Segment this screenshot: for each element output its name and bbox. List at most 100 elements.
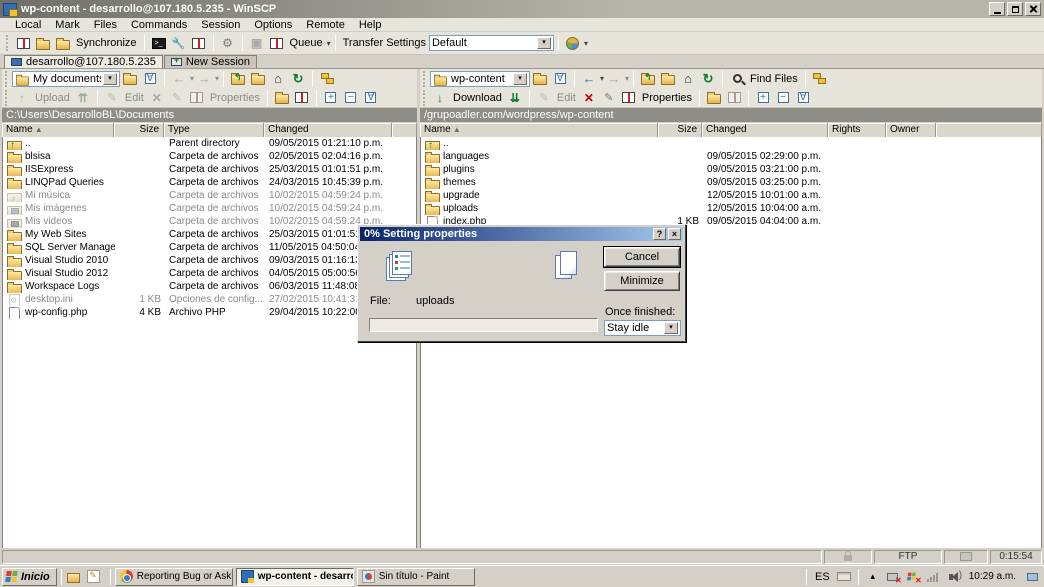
volume-icon[interactable] (946, 570, 960, 584)
file-row[interactable]: blsisaCarpeta de archivos02/05/2015 02:0… (3, 150, 416, 163)
file-row[interactable]: .. (421, 137, 1041, 150)
download-icon[interactable]: ↓ (431, 89, 449, 106)
cancel-button[interactable]: Cancel (604, 247, 680, 267)
rename-icon[interactable]: ✎ (600, 89, 618, 106)
menu-help[interactable]: Help (352, 19, 389, 31)
menu-files[interactable]: Files (87, 19, 124, 31)
synchronize-icon[interactable] (54, 35, 72, 52)
unselect-files-icon[interactable]: − (342, 89, 360, 106)
close-button[interactable] (1025, 2, 1041, 16)
refresh-icon[interactable]: ↻ (699, 70, 717, 87)
transfer-settings-dropdown-icon[interactable]: ▾ (584, 39, 588, 48)
menu-session[interactable]: Session (194, 19, 247, 31)
minimize-dialog-button[interactable]: Minimize (604, 271, 680, 291)
combo-dropdown-icon[interactable]: ▾ (537, 37, 551, 49)
file-row[interactable]: ..Parent directory09/05/2015 01:21:10 p.… (3, 137, 416, 150)
file-row[interactable]: LINQPad QueriesCarpeta de archivos24/03/… (3, 176, 416, 189)
remote-directory-combo[interactable]: wp-content ▾ (430, 71, 530, 87)
file-row[interactable]: Workspace LogsCarpeta de archivos06/03/2… (3, 280, 416, 293)
file-row[interactable]: Mis imágenesCarpeta de archivos10/02/201… (3, 202, 416, 215)
column-header-rights[interactable]: Rights (828, 123, 886, 137)
once-finished-combo[interactable]: Stay idle ▾ (604, 320, 681, 336)
show-hidden-icons[interactable]: ▲ (866, 570, 880, 584)
queue-button[interactable]: Queue (290, 37, 323, 49)
updates-disabled-icon[interactable] (906, 570, 920, 584)
directory-history-icon[interactable] (659, 70, 677, 87)
back-icon[interactable]: ← (580, 70, 598, 87)
column-header-name[interactable]: Name ▲ (420, 123, 658, 137)
language-indicator[interactable]: ES (811, 571, 834, 583)
download-button[interactable]: Download (453, 92, 502, 104)
select-files-icon[interactable]: + (754, 89, 772, 106)
column-header-size[interactable]: Size (658, 123, 702, 137)
dialog-close-button[interactable]: × (668, 228, 681, 240)
menu-options[interactable]: Options (247, 19, 299, 31)
file-row[interactable]: themes09/05/2015 03:25:00 p.m. (421, 176, 1041, 189)
compare-directories-icon[interactable] (14, 35, 32, 52)
taskbar-task-paint[interactable]: Sin título - Paint (357, 568, 475, 586)
filter-icon[interactable]: ∀ (141, 70, 159, 87)
column-header-size[interactable]: Size (114, 123, 164, 137)
forward-icon[interactable]: → (605, 70, 623, 87)
minimize-button[interactable] (989, 2, 1005, 16)
tab-session-active[interactable]: desarrollo@107.180.5.235 (4, 55, 163, 68)
queue-icon[interactable] (268, 35, 286, 52)
home-directory-icon[interactable]: ⌂ (269, 70, 287, 87)
taskbar-task-winscp[interactable]: wp-content - desarrol... (236, 568, 354, 586)
directory-history-icon[interactable] (249, 70, 267, 87)
preferences-icon[interactable]: 🔧 (170, 35, 188, 52)
network-disconnected-icon[interactable] (886, 570, 900, 584)
new-shortcut-icon[interactable] (293, 89, 311, 106)
menu-remote[interactable]: Remote (299, 19, 352, 31)
column-header-owner[interactable]: Owner (886, 123, 936, 137)
properties-icon[interactable] (620, 89, 638, 106)
select-files-icon[interactable]: + (322, 89, 340, 106)
file-row[interactable]: languages09/05/2015 02:29:00 p.m. (421, 150, 1041, 163)
parent-directory-icon[interactable] (229, 70, 247, 87)
unselect-files-icon[interactable]: − (774, 89, 792, 106)
signal-strength-icon[interactable] (926, 570, 940, 584)
file-row[interactable]: upgrade12/05/2015 10:01:00 a.m. (421, 189, 1041, 202)
file-row[interactable]: SQL Server Manageme...Carpeta de archivo… (3, 241, 416, 254)
local-directory-combo[interactable]: My documents ▾ (12, 71, 120, 87)
show-desktop-icon[interactable] (1025, 570, 1039, 584)
find-files-button[interactable]: Find Files (750, 73, 798, 85)
synchronize-button[interactable]: Synchronize (76, 37, 137, 49)
combo-dropdown-icon[interactable]: ▾ (664, 322, 678, 334)
delete-icon[interactable]: ✕ (580, 89, 598, 106)
quicklaunch-editor-icon[interactable] (89, 570, 103, 584)
transfer-settings-icon[interactable] (564, 35, 582, 52)
file-row[interactable]: desktop.ini1 KBOpciones de config...27/0… (3, 293, 416, 306)
file-row[interactable]: uploads12/05/2015 10:04:00 a.m. (421, 202, 1041, 215)
column-header-changed[interactable]: Changed (264, 123, 392, 137)
tab-new-session[interactable]: New Session (164, 55, 257, 68)
combo-dropdown-icon[interactable]: ▾ (103, 73, 117, 85)
parent-directory-icon[interactable] (639, 70, 657, 87)
refresh-panels-icon[interactable] (190, 35, 208, 52)
remote-path-bar[interactable]: /grupoadler.com/wordpress/wp-content (420, 108, 1042, 122)
column-header-changed[interactable]: Changed (702, 123, 828, 137)
properties-button[interactable]: Properties (642, 92, 692, 104)
quicklaunch-explorer-icon[interactable] (69, 570, 83, 584)
file-row[interactable]: Visual Studio 2012Carpeta de archivos04/… (3, 267, 416, 280)
file-row[interactable]: Mi músicaCarpeta de archivos10/02/2015 0… (3, 189, 416, 202)
file-row[interactable]: My Web SitesCarpeta de archivos25/03/201… (3, 228, 416, 241)
new-folder-icon[interactable] (273, 89, 291, 106)
directory-tree-icon[interactable] (811, 70, 829, 87)
local-path-bar[interactable]: C:\Users\DesarrolloBL\Documents (2, 108, 417, 122)
taskbar-task-chrome[interactable]: Reporting Bug or Asking ... (115, 568, 233, 586)
filter-icon[interactable]: ∀ (551, 70, 569, 87)
menu-commands[interactable]: Commands (124, 19, 194, 31)
file-row[interactable]: plugins09/05/2015 03:21:00 p.m. (421, 163, 1041, 176)
open-directory-icon[interactable] (121, 70, 139, 87)
clock[interactable]: 10:29 a.m. (963, 571, 1022, 582)
find-files-icon[interactable] (728, 70, 746, 87)
synchronize-browsing-icon[interactable] (34, 35, 52, 52)
file-row[interactable]: IISExpressCarpeta de archivos25/03/2015 … (3, 163, 416, 176)
refresh-icon[interactable]: ↻ (289, 70, 307, 87)
back-icon[interactable]: ← (170, 70, 188, 87)
menu-mark[interactable]: Mark (48, 19, 86, 31)
queue-dropdown-icon[interactable]: ▾ (327, 39, 331, 48)
keyboard-icon[interactable] (837, 570, 851, 584)
start-button[interactable]: Inicio (2, 568, 57, 586)
